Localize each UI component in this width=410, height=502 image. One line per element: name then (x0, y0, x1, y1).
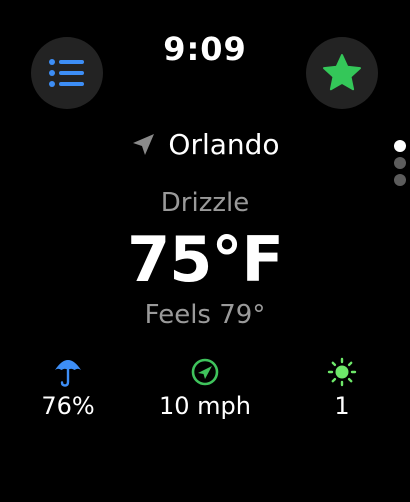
sun-icon (327, 357, 357, 387)
location-row[interactable]: Orlando (0, 128, 410, 161)
uv-index-value: 1 (334, 392, 350, 420)
location-name: Orlando (168, 128, 280, 161)
uv-index-stat: 1 (287, 356, 397, 420)
precipitation-value: 76% (41, 392, 95, 420)
page-dot (394, 140, 406, 152)
umbrella-icon (55, 360, 81, 387)
wind-direction-icon (191, 358, 219, 386)
page-dot (394, 174, 406, 186)
wind-stat: 10 mph (150, 356, 260, 420)
wind-value: 10 mph (159, 392, 251, 420)
feels-like-temperature: Feels 79° (144, 300, 266, 330)
precipitation-stat: 76% (13, 356, 123, 420)
page-indicator (394, 140, 406, 186)
current-temperature: 75°F (127, 223, 284, 296)
page-dot (394, 157, 406, 169)
location-arrow-icon (133, 133, 155, 155)
star-icon (323, 54, 361, 91)
weather-condition: Drizzle (160, 188, 250, 218)
favorite-button[interactable] (306, 37, 378, 109)
